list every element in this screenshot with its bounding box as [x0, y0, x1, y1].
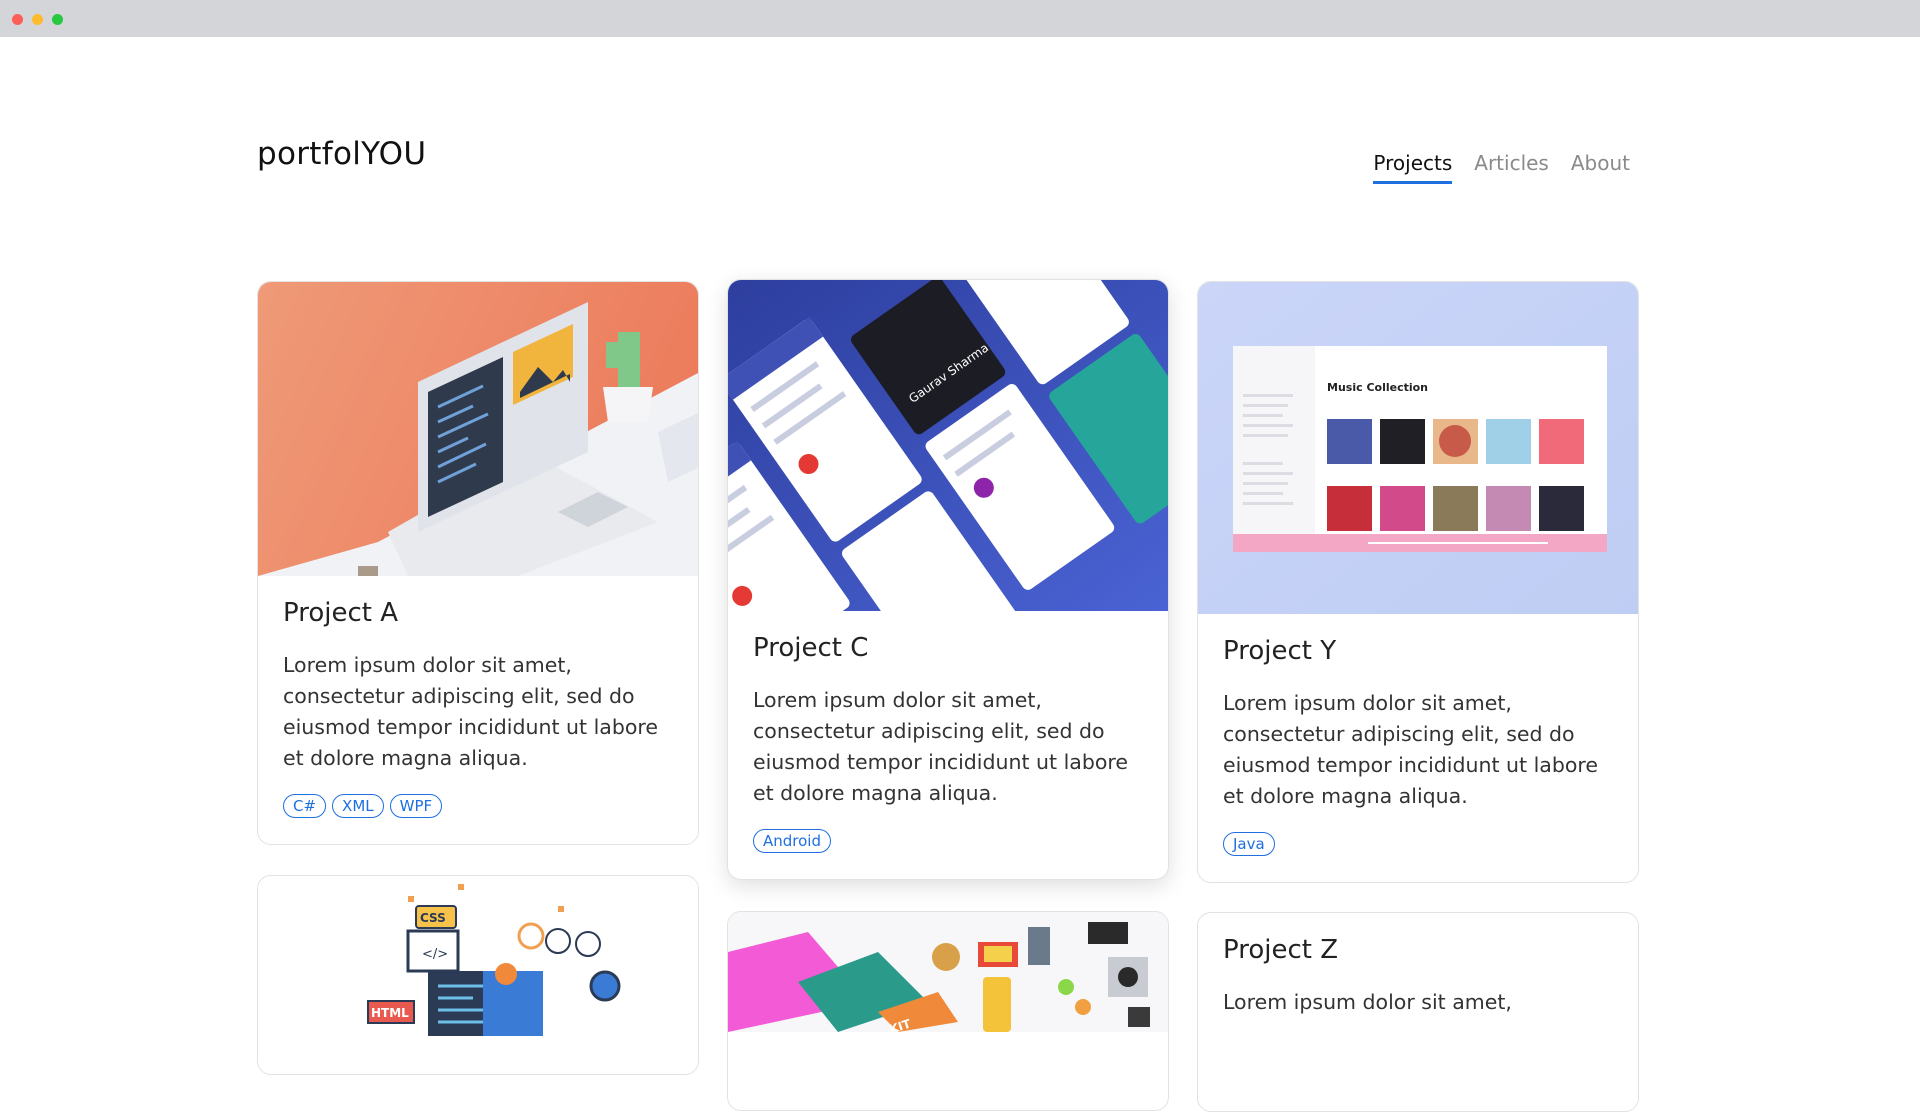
tag-java[interactable]: Java — [1223, 832, 1275, 856]
project-title[interactable]: Project C — [753, 633, 1143, 663]
nav-about[interactable]: About — [1571, 151, 1630, 184]
project-hardware-image: KIT — [728, 912, 1168, 1032]
project-card-a[interactable]: Project A Lorem ipsum dolor sit amet, co… — [257, 281, 699, 845]
project-description: Lorem ipsum dolor sit amet, — [1223, 990, 1512, 1014]
project-description: Lorem ipsum dolor sit amet, consectetur … — [283, 653, 659, 770]
project-title[interactable]: Project A — [283, 598, 673, 628]
site-logo[interactable]: portfolYOU — [257, 136, 426, 172]
svg-text:</>: </> — [422, 947, 448, 962]
project-title[interactable]: Project Y — [1223, 636, 1613, 666]
project-card-z[interactable]: Project Z Lorem ipsum dolor sit amet, — [1197, 912, 1639, 1112]
tag-wpf[interactable]: WPF — [389, 794, 443, 818]
tag-list: C# XML WPF — [283, 794, 673, 818]
project-c-image: Gaurav Sharma — [728, 280, 1168, 611]
project-description: Lorem ipsum dolor sit amet, consectetur … — [1223, 691, 1599, 808]
browser-window-bar — [0, 0, 1920, 37]
project-title[interactable]: Project Z — [1223, 935, 1613, 965]
nav-articles[interactable]: Articles — [1474, 151, 1549, 184]
project-web-image: </> CSS HTML — [258, 876, 698, 1036]
tag-list: Android — [753, 829, 1143, 853]
tag-csharp[interactable]: C# — [283, 794, 327, 818]
project-card-web[interactable]: </> CSS HTML — [257, 875, 699, 1075]
project-card-y[interactable]: Music Collection Project Y Lorem ipsum d… — [1197, 281, 1639, 883]
image-text-title: Music Collection — [1327, 381, 1428, 394]
project-card-hardware[interactable]: KIT — [727, 911, 1169, 1111]
project-y-image: Music Collection — [1198, 282, 1638, 614]
html-label: HTML — [371, 1006, 409, 1020]
maximize-window-button[interactable] — [52, 14, 63, 25]
project-card-c[interactable]: Gaurav Sharma Project C Lorem ipsum dolo… — [727, 279, 1169, 880]
css-label: CSS — [420, 911, 446, 925]
tag-xml[interactable]: XML — [332, 794, 384, 818]
tag-list: Java — [1223, 832, 1613, 856]
project-a-image — [258, 282, 698, 576]
nav-projects[interactable]: Projects — [1373, 151, 1453, 184]
tag-android[interactable]: Android — [753, 829, 831, 853]
main-nav: Projects Articles About — [1373, 151, 1630, 184]
minimize-window-button[interactable] — [32, 14, 43, 25]
close-window-button[interactable] — [12, 14, 23, 25]
project-description: Lorem ipsum dolor sit amet, consectetur … — [753, 688, 1129, 805]
